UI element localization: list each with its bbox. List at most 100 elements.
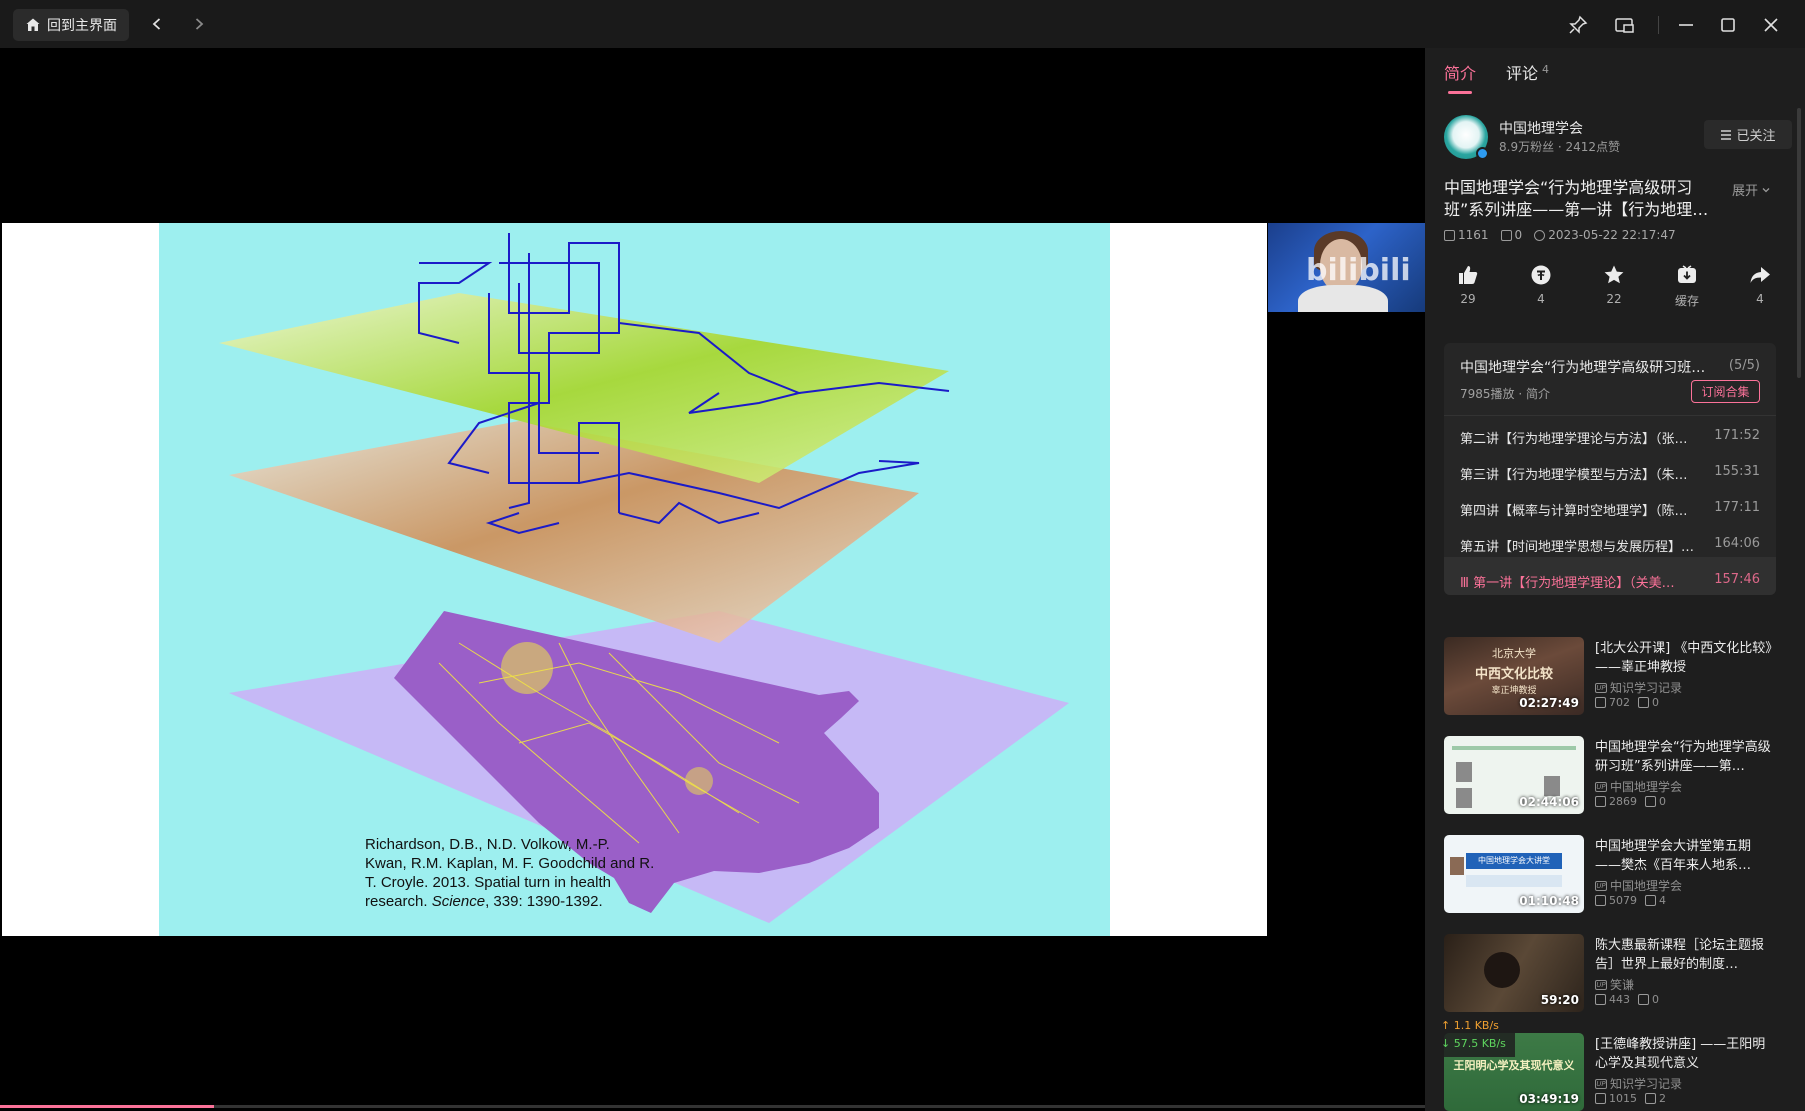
episode-title: 第四讲【概率与计算时空地理学】（陈… [1460,504,1688,519]
maximize-icon [1721,18,1735,32]
app-window: 回到主界面 Richardson, D.B., N.D. Volkow, M.-… [0,0,1805,1111]
uploader-name[interactable]: 中国地理学会 [1499,118,1583,138]
clock-icon [1534,229,1546,241]
tab-comments[interactable]: 评论 4 [1506,60,1549,94]
thumbnail-text: 中西文化比较 [1474,667,1553,682]
minimize-icon [1679,24,1693,26]
views-value: 443 [1609,993,1630,1006]
verified-badge-icon [1476,147,1489,160]
citation-line-3: T. Croyle. 2013. Spatial turn in health [365,874,611,891]
uploader-stats: 8.9万粉丝 · 2412点赞 [1499,140,1621,154]
recommendation-uploader-name: 知识学习记录 [1610,681,1683,695]
play-count-icon [1595,1093,1606,1104]
thumbnail-photo [1456,762,1472,782]
pin-icon [1569,15,1588,34]
views-stat: 1015 [1595,1092,1637,1105]
video-player[interactable]: Richardson, D.B., N.D. Volkow, M.-P. Kwa… [0,48,1425,1107]
info-sidebar: 简介 评论 4 中国地理学会 8.9万粉丝 · 2412点赞 已关注 中国地理学会… [1425,48,1805,1111]
current-episode-title-text: 第一讲【行为地理学理论】（关美… [1473,576,1675,591]
share-button[interactable]: 4 [1736,263,1784,313]
video-progress-fill [0,1105,214,1108]
recommendation-stats: 443 0 [1595,993,1659,1006]
subscribe-collection-button[interactable]: 订阅合集 [1691,380,1760,403]
episode-item[interactable]: 第五讲【时间地理学思想与发展历程】… 164:06 [1460,536,1760,556]
action-bar: 29 4 22 缓存 4 [1444,263,1784,313]
collection-sub: 7985播放 · 简介 [1460,387,1550,401]
collection-title[interactable]: 中国地理学会“行为地理学高级研习班”… [1460,357,1710,377]
title-bar: 回到主界面 [0,0,1805,48]
episode-item[interactable]: 第三讲【行为地理学模型与方法】（朱… 155:31 [1460,464,1760,484]
publish-date: 2023-05-22 22:17:47 [1534,228,1676,242]
minimize-button[interactable] [1672,11,1700,39]
recommendation-uploader: UP 中国地理学会 [1595,778,1682,795]
mini-player-button[interactable] [1610,11,1638,39]
follow-button[interactable]: 已关注 [1704,120,1792,149]
forward-button[interactable] [188,12,210,36]
back-button[interactable] [146,12,168,36]
citation-line-2: Kwan, R.M. Kaplan, M. F. Goodchild and R… [365,855,655,872]
video-thumbnail: 北京大学 中西文化比较 辜正坤教授 02:27:49 [1444,637,1584,715]
danmaku-icon [1500,229,1512,241]
like-button[interactable]: 29 [1444,263,1492,313]
thumbs-up-icon [1459,266,1478,284]
video-thumbnail: 59:20 [1444,934,1584,1012]
citation-line-4-post: , 339: 1390-1392. [485,893,603,910]
danmaku-count: 0 [1500,228,1522,242]
recommendation-card[interactable]: 中国地理学会大讲堂 01:10:48 中国地理学会大讲堂第五期——樊杰《百年来人… [1444,835,1784,915]
danmaku-stat: 0 [1638,993,1659,1006]
danmaku-value: 2 [1659,1092,1666,1105]
sidebar-scrollbar[interactable] [1797,108,1801,378]
video-duration: 01:10:48 [1519,894,1579,908]
danmaku-icon [1638,697,1649,708]
maximize-button[interactable] [1714,11,1742,39]
episode-duration: 155:31 [1714,464,1760,479]
chevron-right-icon [195,18,204,30]
episode-title: 第五讲【时间地理学思想与发展历程】… [1460,540,1695,555]
avatar[interactable] [1444,115,1489,160]
collection-divider [1444,415,1776,416]
danmaku-stat: 2 [1645,1092,1666,1105]
expand-label: 展开 [1732,184,1759,199]
tab-intro[interactable]: 简介 [1444,60,1476,94]
play-count-icon [1595,994,1606,1005]
cache-label: 缓存 [1674,294,1699,308]
recommendation-title: 中国地理学会“行为地理学高级研习班”系列讲座——第… [1595,740,1771,774]
views-value: 2869 [1609,795,1637,808]
video-progress-bar[interactable] [0,1105,1425,1108]
episode-item[interactable]: 第二讲【行为地理学理论与方法】（张… 171:52 [1460,428,1760,448]
episode-item[interactable]: 第四讲【概率与计算时空地理学】（陈… 177:11 [1460,500,1760,520]
episode-title: 第二讲【行为地理学理论与方法】（张… [1460,432,1688,447]
danmaku-stat: 4 [1645,894,1666,907]
network-speed-overlay: ↑ 1.1 KB/s ↓ 57.5 KB/s [1437,1017,1515,1057]
uploader-icon: UP [1595,880,1607,891]
danmaku-icon [1645,895,1656,906]
uploader-card: 中国地理学会 8.9万粉丝 · 2412点赞 已关注 [1444,115,1792,163]
close-button[interactable] [1757,11,1785,39]
tab-comments-label: 评论 [1506,64,1539,83]
favorite-count: 22 [1606,292,1622,306]
episode-item-current[interactable]: Ⅲ 第一讲【行为地理学理论】（关美… 157:46 [1460,572,1760,592]
cache-button[interactable]: 缓存 [1663,263,1711,313]
share-icon [1750,267,1770,283]
menu-icon [1721,129,1732,140]
views-stat: 2869 [1595,795,1637,808]
recommendation-card[interactable]: 59:20 陈大惠最新课程［论坛主题报告］世界上最好的制度… UP 笑谦 443 0 [1444,934,1784,1014]
recommendation-card[interactable]: 02:44:06 中国地理学会“行为地理学高级研习班”系列讲座——第… UP 中国… [1444,736,1784,816]
home-button[interactable]: 回到主界面 [13,9,129,41]
pin-button[interactable] [1564,11,1592,39]
video-thumbnail: 02:44:06 [1444,736,1584,814]
views-value: 5079 [1609,894,1637,907]
expand-button[interactable]: 展开 [1732,180,1771,199]
publish-date-value: 2023-05-22 22:17:47 [1548,228,1676,242]
chevron-left-icon [152,18,161,30]
citation-line-1: Richardson, D.B., N.D. Volkow, M.-P. [365,836,610,853]
layered-map-figure [219,233,1069,923]
picture-in-picture-icon [1615,18,1634,33]
coin-button[interactable]: 4 [1517,263,1565,313]
favorite-button[interactable]: 22 [1590,263,1638,313]
title-bar-divider [1658,16,1659,34]
video-title: 中国地理学会“行为地理学高级研习班”系列讲座——第一讲【行为地理… [1444,178,1709,219]
views-value: 1015 [1609,1092,1637,1105]
sidebar-tabs: 简介 评论 4 [1444,60,1549,94]
recommendation-card[interactable]: 北京大学 中西文化比较 辜正坤教授 02:27:49 [北大公开课] 《中西文化… [1444,637,1784,717]
